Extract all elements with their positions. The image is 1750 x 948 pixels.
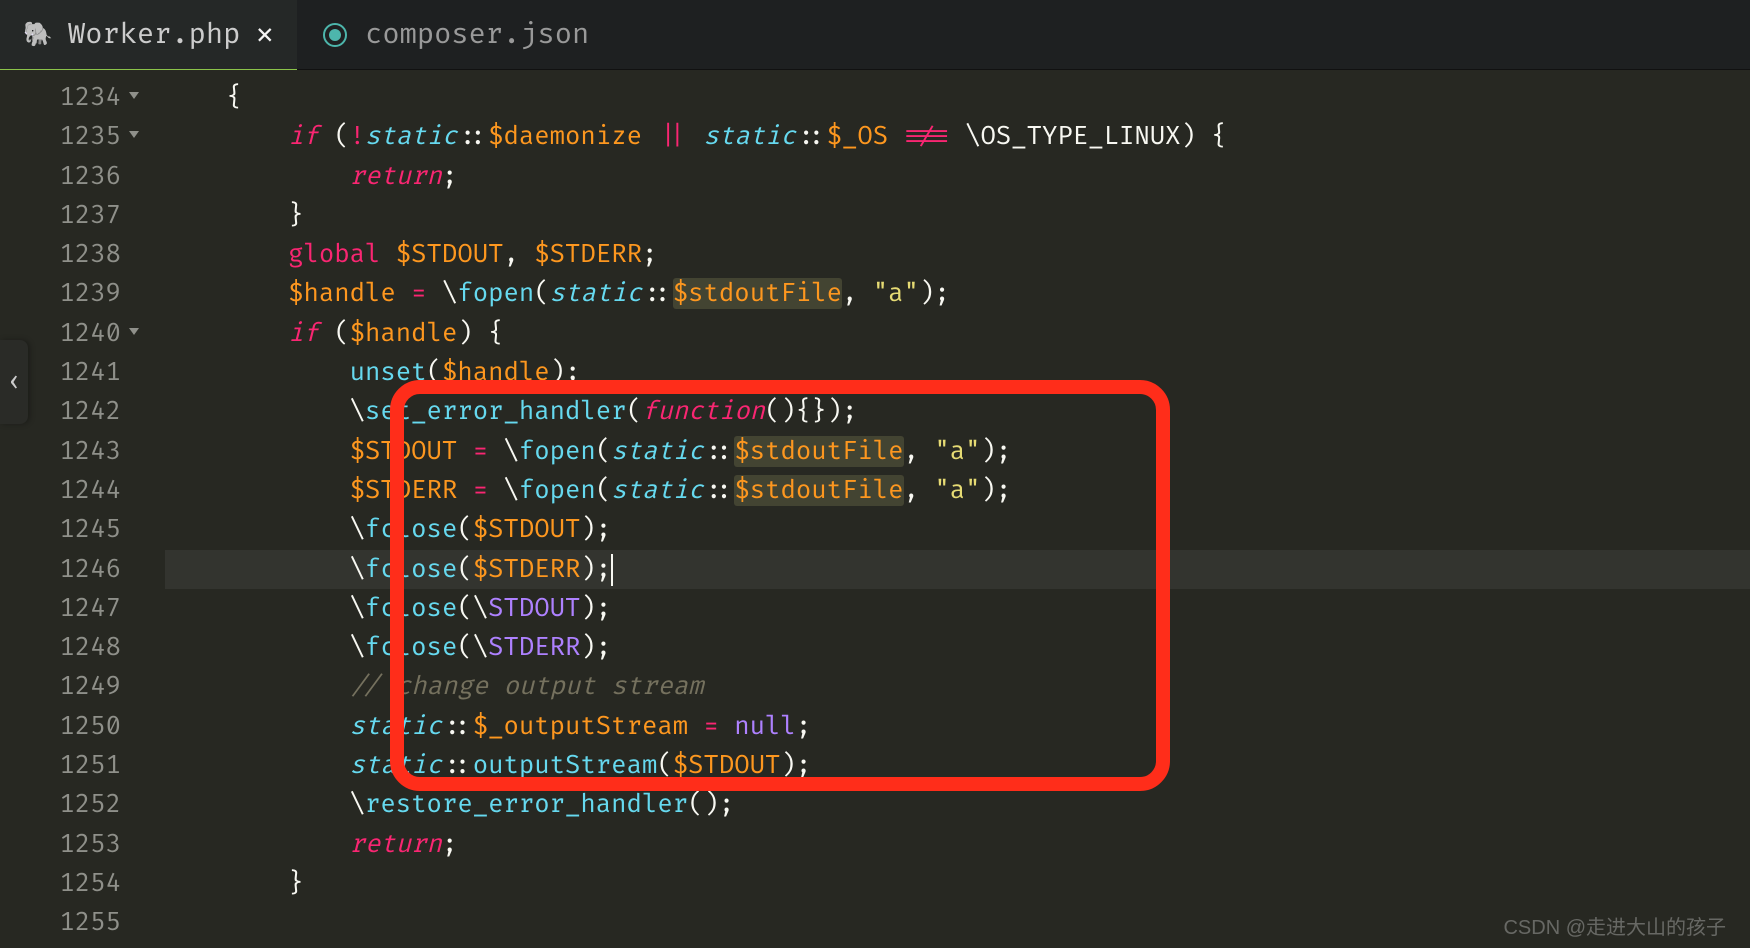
code-line[interactable]: unset($handle); [165, 353, 1750, 392]
code-line[interactable]: return; [165, 825, 1750, 864]
editor[interactable]: 1234123512361237123812391240124112421243… [0, 70, 1750, 948]
line-number[interactable]: 1249 [0, 667, 135, 706]
tab-composer-json[interactable]: composer.json [297, 0, 613, 69]
code-line[interactable]: global $STDOUT, $STDERR; [165, 235, 1750, 274]
line-number[interactable]: 1251 [0, 746, 135, 785]
line-number[interactable]: 1244 [0, 471, 135, 510]
php-file-icon [24, 21, 52, 49]
code-line[interactable]: \restore_error_handler(); [165, 785, 1750, 824]
code-line[interactable]: static::$_outputStream = null; [165, 707, 1750, 746]
tab-worker-php[interactable]: Worker.php ✕ [0, 0, 297, 69]
close-icon[interactable]: ✕ [256, 17, 273, 52]
line-number[interactable]: 1253 [0, 825, 135, 864]
tab-label: composer.json [365, 17, 589, 52]
code-line[interactable]: if ($handle) { [165, 314, 1750, 353]
tab-label: Worker.php [68, 17, 240, 52]
panel-expand-handle[interactable]: ‹ [0, 340, 28, 424]
line-number[interactable]: 1243 [0, 432, 135, 471]
line-number[interactable]: 1252 [0, 785, 135, 824]
code-line[interactable]: } [165, 864, 1750, 903]
line-number[interactable]: 1247 [0, 589, 135, 628]
json-file-icon [321, 21, 349, 49]
line-number[interactable]: 1237 [0, 196, 135, 235]
code-line[interactable]: // change output stream [165, 667, 1750, 706]
code-line[interactable]: \fclose(\STDOUT); [165, 589, 1750, 628]
line-number[interactable]: 1236 [0, 157, 135, 196]
code-line[interactable]: \set_error_handler(function(){}); [165, 392, 1750, 431]
line-number[interactable]: 1248 [0, 628, 135, 667]
line-number[interactable]: 1238 [0, 235, 135, 274]
line-number[interactable]: 1235 [0, 117, 135, 156]
watermark: CSDN @走进大山的孩子 [1503, 911, 1726, 940]
line-number[interactable]: 1246 [0, 550, 135, 589]
code-line[interactable]: if (!static::$daemonize || static::$_OS … [165, 117, 1750, 156]
code-area[interactable]: { if (!static::$daemonize || static::$_O… [135, 70, 1750, 948]
code-line[interactable]: { [165, 78, 1750, 117]
line-number[interactable]: 1254 [0, 864, 135, 903]
line-number[interactable]: 1255 [0, 903, 135, 942]
code-line[interactable]: \fclose($STDOUT); [165, 510, 1750, 549]
line-number[interactable]: 1239 [0, 274, 135, 313]
code-line[interactable]: $STDERR = \fopen(static::$stdoutFile, "a… [165, 471, 1750, 510]
line-number-gutter: 1234123512361237123812391240124112421243… [0, 70, 135, 948]
code-line[interactable]: } [165, 196, 1750, 235]
line-number[interactable]: 1250 [0, 707, 135, 746]
tab-bar: Worker.php ✕ composer.json [0, 0, 1750, 70]
code-line[interactable]: $handle = \fopen(static::$stdoutFile, "a… [165, 274, 1750, 313]
code-line[interactable]: \fclose(\STDERR); [165, 628, 1750, 667]
text-cursor [611, 554, 613, 586]
code-line[interactable]: return; [165, 157, 1750, 196]
line-number[interactable]: 1245 [0, 510, 135, 549]
code-line[interactable]: \fclose($STDERR); [165, 550, 1750, 589]
code-line[interactable]: static::outputStream($STDOUT); [165, 746, 1750, 785]
line-number[interactable]: 1234 [0, 78, 135, 117]
code-line[interactable]: $STDOUT = \fopen(static::$stdoutFile, "a… [165, 432, 1750, 471]
